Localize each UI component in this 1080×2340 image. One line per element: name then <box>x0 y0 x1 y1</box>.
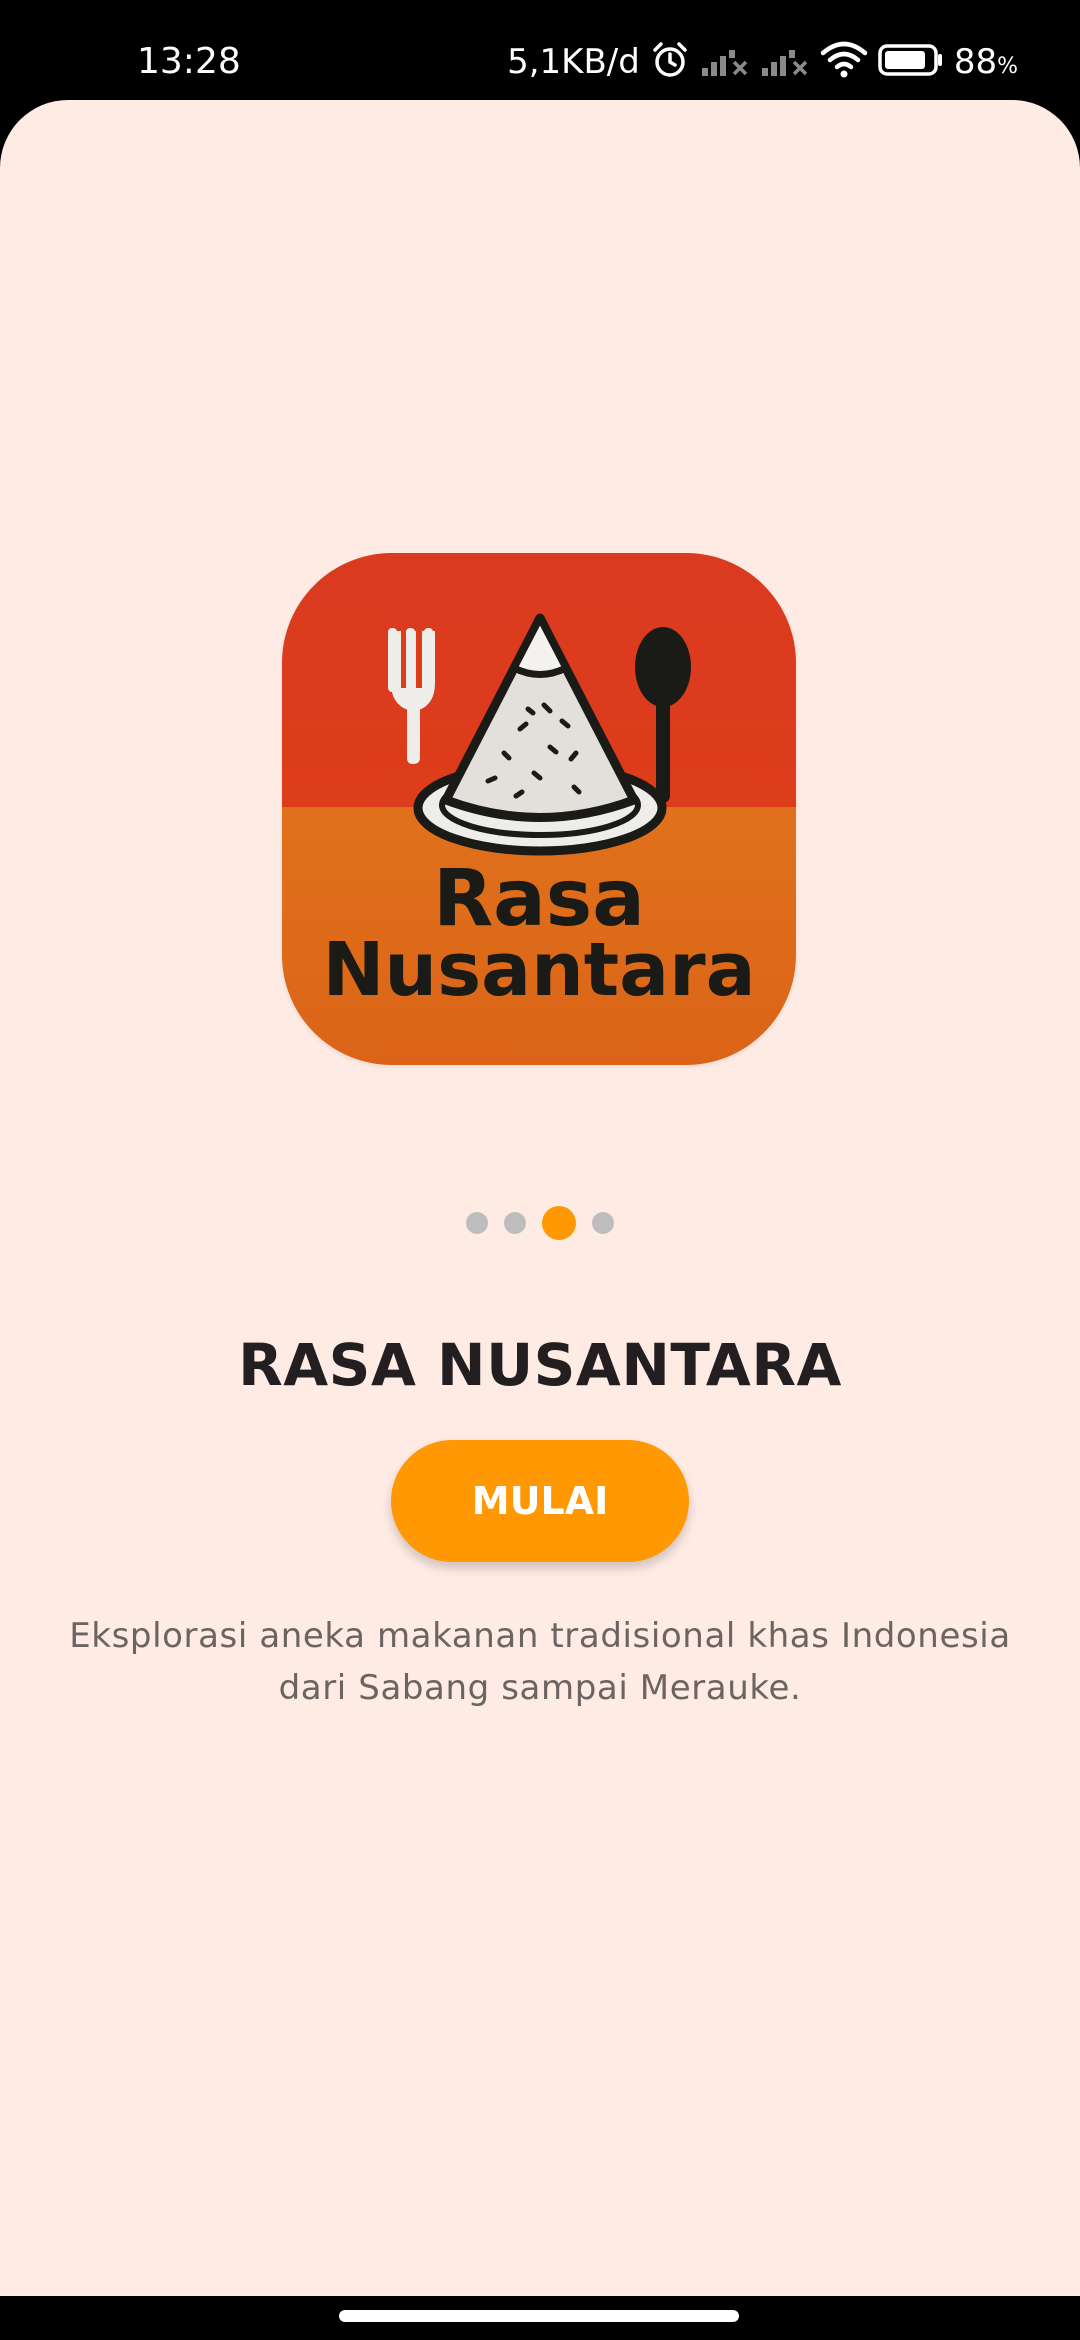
tumpeng-icon <box>441 613 639 822</box>
page-dot-1[interactable] <box>466 1212 488 1234</box>
battery-percent: 88% <box>954 42 1018 82</box>
screen: 13:28 5,1KB/d 88% Rasa Nusantara RASA NU… <box>0 0 1080 2340</box>
onboarding-sheet <box>0 100 1080 2296</box>
page-dot-4[interactable] <box>592 1212 614 1234</box>
logo-text-line2: Nusantara <box>322 927 755 1013</box>
wifi-icon <box>820 41 868 84</box>
network-speed: 5,1KB/d <box>507 42 640 82</box>
fork-icon <box>388 628 435 765</box>
alarm-icon <box>650 40 690 85</box>
battery-percent-sign: % <box>997 54 1018 79</box>
home-indicator[interactable] <box>339 2310 739 2322</box>
status-icons: 5,1KB/d 88% <box>507 36 1018 88</box>
start-button[interactable]: MULAI <box>391 1440 689 1562</box>
spoon-icon <box>635 627 691 803</box>
description-line-2: dari Sabang sampai Merauke. <box>278 1668 802 1708</box>
signal-off-icon <box>760 42 810 83</box>
status-bar: 13:28 5,1KB/d 88% <box>0 0 1080 100</box>
page-dot-2[interactable] <box>504 1212 526 1234</box>
battery-percent-value: 88 <box>953 42 998 82</box>
page-title: RASA NUSANTARA <box>238 1331 842 1399</box>
description: Eksplorasi aneka makanan tradisional kha… <box>60 1610 1020 1714</box>
page-indicator <box>0 1203 1080 1243</box>
signal-off-icon <box>700 42 750 83</box>
description-line-1: Eksplorasi aneka makanan tradisional kha… <box>69 1616 1011 1656</box>
page-dot-3[interactable] <box>542 1206 576 1240</box>
app-logo: Rasa Nusantara <box>282 553 796 1065</box>
battery-icon <box>878 43 944 82</box>
status-time: 13:28 <box>137 41 241 82</box>
